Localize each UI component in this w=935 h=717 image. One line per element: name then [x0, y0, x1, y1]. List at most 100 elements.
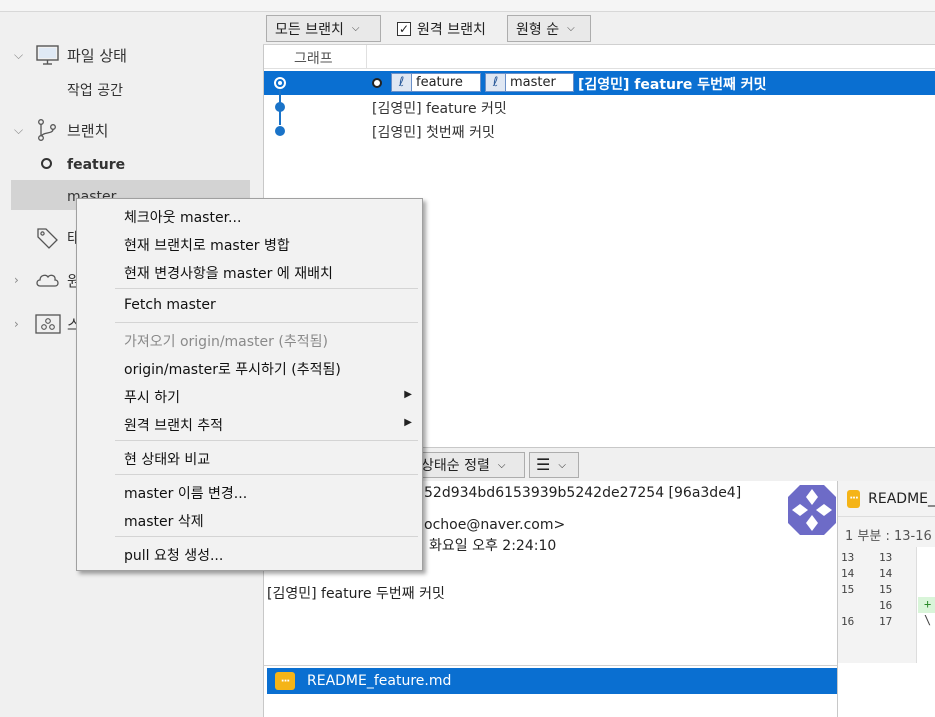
- sidebar-item-label: 작업 공간: [67, 83, 123, 99]
- diff-pane: ··· README_ 1 부분 : 13-16 13 13 14 14 15 …: [838, 481, 935, 717]
- new-line-number: 17: [879, 615, 893, 628]
- sidebar-group-file-status[interactable]: ⌵ 파일 상태: [0, 40, 250, 70]
- chevron-down-icon: ⌵: [351, 23, 360, 34]
- sidebar-group-branches[interactable]: ⌵ 브랜치: [0, 115, 250, 145]
- commit-message: [김영민] 첫번째 커밋: [372, 125, 495, 141]
- menu-separator: [115, 474, 418, 475]
- commit-list-header: 그래프: [264, 45, 935, 69]
- menu-separator: [115, 440, 418, 441]
- chevron-down-icon: ⌵: [567, 23, 575, 34]
- branch-tag-label: feature: [416, 75, 463, 90]
- monitor-icon: [35, 43, 61, 67]
- menu-item-label: 현재 변경사항을 master 에 재배치: [124, 266, 333, 282]
- author-avatar: [788, 485, 836, 535]
- remote-branches-toggle[interactable]: ✓ 원격 브랜치: [397, 16, 486, 42]
- tag-icon: [35, 225, 61, 249]
- menu-item-label: Fetch master: [124, 297, 216, 313]
- file-row[interactable]: ··· README_feature.md: [267, 668, 837, 694]
- stash-icon: [35, 312, 61, 336]
- commit-row[interactable]: [김영민] feature 커밋: [264, 89, 935, 119]
- old-line-number: 15: [841, 583, 855, 596]
- branch-tag-feature[interactable]: ℓ feature: [391, 73, 481, 92]
- menu-separator: [115, 288, 418, 289]
- order-dropdown[interactable]: 원형 순 ⌵: [507, 15, 591, 42]
- sidebar-item-branch-feature[interactable]: feature: [0, 150, 250, 180]
- menu-item-label: master 삭제: [124, 514, 204, 530]
- branch-filter-value: 모든 브랜치: [275, 21, 344, 38]
- author-email: ochoe@naver.com>: [424, 517, 566, 533]
- diff-file-name: README_: [868, 490, 935, 507]
- graph-column-header[interactable]: 그래프: [294, 48, 333, 68]
- menu-item-diff-current[interactable]: 현 상태와 비교: [77, 444, 422, 472]
- sort-value: 상태순 정렬: [421, 458, 490, 474]
- menu-item-track-remote[interactable]: 원격 브랜치 추적 ▶: [77, 410, 422, 438]
- chevron-down-icon[interactable]: ⌵: [14, 124, 26, 136]
- commit-date: 화요일 오후 2:24:10: [429, 538, 557, 554]
- new-line-number: 14: [879, 567, 893, 580]
- menu-item-fetch[interactable]: Fetch master: [77, 292, 422, 320]
- branch-tag-label: master: [510, 75, 556, 90]
- menu-item-checkout[interactable]: 체크아웃 master...: [77, 202, 422, 230]
- branch-filter-dropdown[interactable]: 모든 브랜치 ⌵: [266, 15, 381, 42]
- new-line-number: 13: [879, 551, 893, 564]
- no-newline-marker: \: [924, 613, 932, 627]
- menu-item-create-pr[interactable]: pull 요청 생성...: [77, 540, 422, 568]
- current-branch-icon: [372, 78, 382, 88]
- commit-row[interactable]: [김영민] 첫번째 커밋: [264, 107, 935, 143]
- menu-bar-clipped: [0, 0, 935, 12]
- menu-item-rename[interactable]: master 이름 변경...: [77, 478, 422, 506]
- commit-message: [김영민] feature 커밋: [372, 101, 507, 117]
- branch-icon: ℓ: [392, 74, 412, 91]
- history-toolbar: 모든 브랜치 ⌵ ✓ 원격 브랜치 원형 순 ⌵: [263, 12, 935, 45]
- current-branch-icon: [41, 158, 52, 169]
- graph-line: [279, 107, 281, 125]
- old-line-number: 16: [841, 615, 855, 628]
- column-divider[interactable]: [366, 45, 367, 69]
- menu-item-push-submenu[interactable]: 푸시 하기 ▶: [77, 382, 422, 410]
- chevron-right-icon[interactable]: ›: [14, 318, 26, 330]
- menu-item-label: master 이름 변경...: [124, 486, 248, 502]
- menu-item-pull-disabled: 가져오기 origin/master (추적됨): [77, 326, 422, 354]
- commit-hash[interactable]: 52d934bd6153939b5242de27254 [96a3de4]: [424, 485, 741, 501]
- order-value: 원형 순: [516, 21, 560, 38]
- branch-tag-master[interactable]: ℓ master: [485, 73, 574, 92]
- sourcetree-window: ⌵ 파일 상태 작업 공간 ⌵ 브랜치 feature master 태 › 원…: [0, 0, 935, 717]
- remote-branches-checkbox[interactable]: ✓: [397, 22, 411, 36]
- file-name: README_feature.md: [307, 673, 452, 689]
- branch-icon: ℓ: [486, 74, 506, 91]
- remote-branches-label: 원격 브랜치: [417, 22, 486, 38]
- menu-item-label: origin/master로 푸시하기 (추적됨): [124, 362, 341, 378]
- menu-item-rebase[interactable]: 현재 변경사항을 master 에 재배치: [77, 258, 422, 286]
- modified-file-icon: ···: [275, 672, 295, 690]
- menu-item-delete[interactable]: master 삭제: [77, 506, 422, 534]
- submenu-arrow-icon: ▶: [404, 389, 412, 400]
- modified-file-icon: ···: [847, 489, 861, 508]
- view-mode-dropdown[interactable]: ☰ ⌵: [529, 452, 579, 478]
- menu-item-label: 푸시 하기: [124, 390, 180, 406]
- old-line-number: 14: [841, 567, 855, 580]
- menu-item-push-tracked[interactable]: origin/master로 푸시하기 (추적됨): [77, 354, 422, 382]
- diff-hunk-header: 1 부분 : 13-16: [838, 517, 935, 547]
- sort-dropdown[interactable]: 상태순 정렬 ⌵: [415, 452, 525, 478]
- menu-item-merge[interactable]: 현재 브랜치로 master 병합: [77, 230, 422, 258]
- menu-separator: [115, 322, 418, 323]
- chevron-down-icon[interactable]: ⌵: [14, 49, 26, 61]
- sidebar-item-label: feature: [67, 157, 126, 173]
- graph-node-head-icon: [274, 77, 286, 89]
- sidebar-item-workspace[interactable]: 작업 공간: [0, 75, 250, 105]
- menu-item-label: 체크아웃 master...: [124, 210, 242, 226]
- branch-context-menu: 체크아웃 master... 현재 브랜치로 master 병합 현재 변경사항…: [76, 198, 423, 571]
- list-view-icon: ☰: [536, 455, 551, 474]
- menu-item-label: 현 상태와 비교: [124, 452, 211, 468]
- sidebar-group-label: 브랜치: [67, 121, 109, 140]
- commit-row[interactable]: ℓ feature ℓ master [김영민] feature 두번째 커밋: [264, 71, 935, 95]
- submenu-arrow-icon: ▶: [404, 417, 412, 428]
- chevron-right-icon[interactable]: ›: [14, 274, 26, 286]
- old-line-number: 13: [841, 551, 855, 564]
- diff-file-header: ··· README_: [838, 481, 935, 517]
- diff-added-line: +: [918, 597, 935, 613]
- commit-body: [김영민] feature 두번째 커밋: [267, 586, 445, 602]
- menu-item-label: 현재 브랜치로 master 병합: [124, 238, 290, 254]
- menu-separator: [115, 536, 418, 537]
- changed-files-list: ··· README_feature.md: [263, 665, 838, 717]
